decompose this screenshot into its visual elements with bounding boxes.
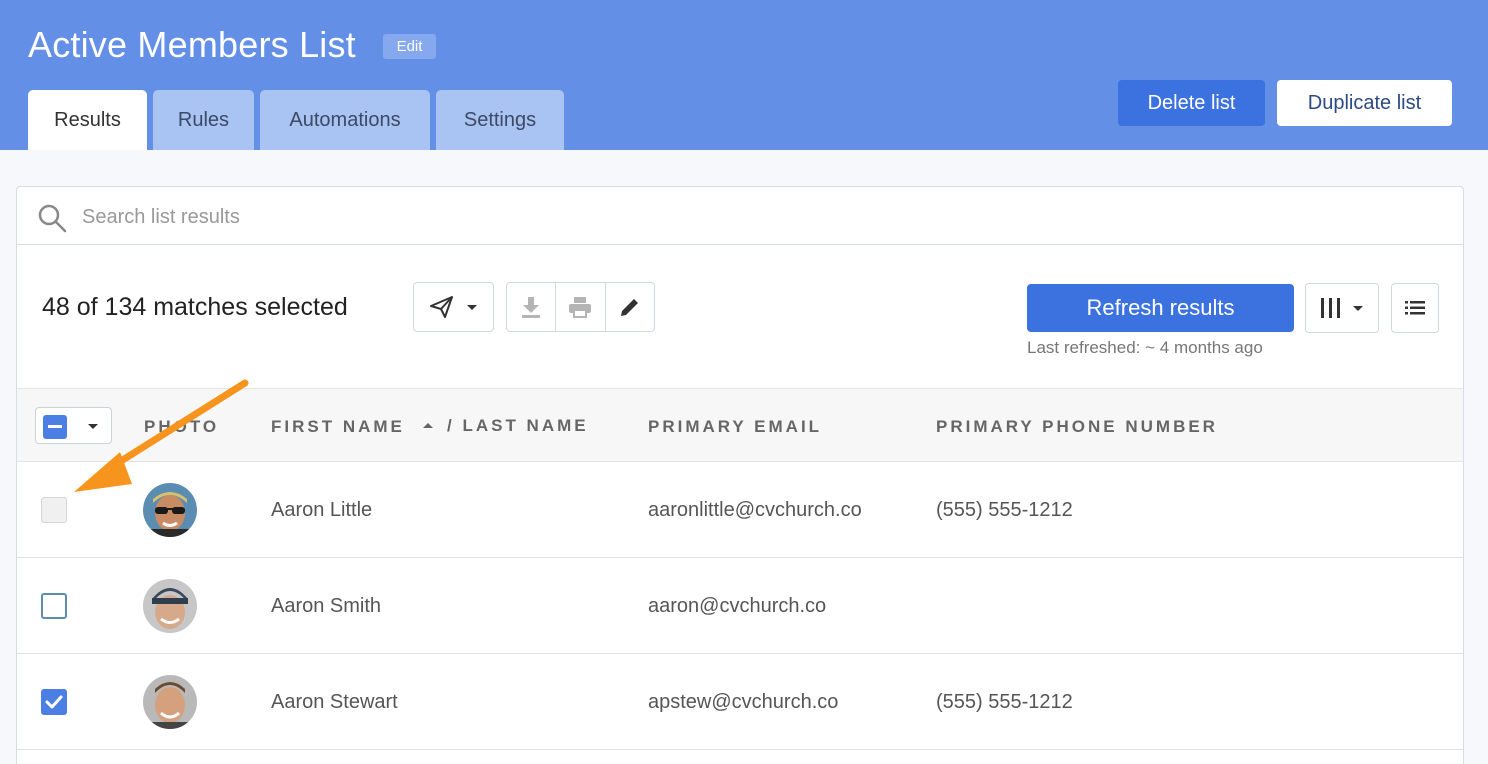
bulk-select-checkbox[interactable] [43,415,67,439]
table-row[interactable]: Aaron Little aaronlittle@cvchurch.co (55… [17,462,1463,558]
first-last-name-cell[interactable]: Aaron Little [271,499,372,522]
column-header-email[interactable]: PRIMARY EMAIL [648,417,822,437]
refresh-results-button[interactable]: Refresh results [1027,284,1294,332]
email-cell[interactable]: apstew@cvchurch.co [648,691,838,714]
results-card: 48 of 134 matches selected [16,186,1464,764]
edit-title-button[interactable]: Edit [383,34,436,59]
bulk-select-dropdown[interactable] [35,407,112,444]
columns-dropdown-button[interactable] [1305,283,1379,333]
tab-rules[interactable]: Rules [153,90,254,150]
send-dropdown-button[interactable] [413,282,494,332]
duplicate-list-button[interactable]: Duplicate list [1277,80,1452,126]
page-header: Active Members List Edit Results Rules A… [0,0,1488,150]
search-input[interactable] [82,201,1442,233]
chevron-down-icon [1353,306,1363,311]
first-last-name-cell[interactable]: Aaron Smith [271,595,381,618]
sort-ascending-icon[interactable] [421,420,435,430]
last-refreshed-text: Last refreshed: ~ 4 months ago [1027,338,1263,357]
page-title: Active Members List [28,24,356,65]
table-header: PHOTO FIRST NAME / LAST NAME PRIMARY EMA… [17,388,1463,462]
row-checkbox[interactable] [41,593,67,619]
search-bar [17,187,1463,245]
send-icon [429,296,453,318]
delete-list-button[interactable]: Delete list [1118,80,1265,126]
phone-cell: (555) 555-1212 [936,691,1073,713]
selected-count: 48 of 134 matches selected [42,293,348,321]
chevron-down-icon [88,424,98,429]
column-header-phone[interactable]: PRIMARY PHONE NUMBER [936,417,1218,437]
column-header-first-name[interactable]: FIRST NAME [271,417,405,437]
edit-button[interactable] [606,283,654,331]
tab-results[interactable]: Results [28,90,147,150]
pencil-icon [620,299,638,316]
table-row[interactable]: Aaron Stewart apstew@cvchurch.co (555) 5… [17,654,1463,750]
row-checkbox[interactable] [41,497,67,523]
phone-cell: (555) 555-1212 [936,499,1073,521]
print-icon [569,297,592,318]
avatar [143,579,197,633]
avatar [143,483,197,537]
tab-settings[interactable]: Settings [436,90,564,150]
download-button[interactable] [507,283,557,331]
column-header-last-name[interactable]: / LAST NAME [447,416,589,436]
email-cell[interactable]: aaronlittle@cvchurch.co [648,499,862,522]
columns-icon [1321,298,1340,318]
tab-automations[interactable]: Automations [260,90,430,150]
first-last-name-cell[interactable]: Aaron Stewart [271,691,398,714]
table-row[interactable]: Aaron Smith aaron@cvchurch.co [17,558,1463,654]
checkmark-icon [45,695,63,709]
export-tools [506,282,655,332]
row-checkbox[interactable] [41,689,67,715]
download-icon [522,297,541,318]
avatar [143,675,197,729]
chevron-down-icon [466,305,477,310]
column-header-photo: PHOTO [144,417,220,436]
search-icon [38,204,67,233]
list-view-button[interactable] [1391,283,1439,333]
email-cell[interactable]: aaron@cvchurch.co [648,595,826,618]
print-button[interactable] [556,283,606,331]
list-icon [1405,301,1425,315]
